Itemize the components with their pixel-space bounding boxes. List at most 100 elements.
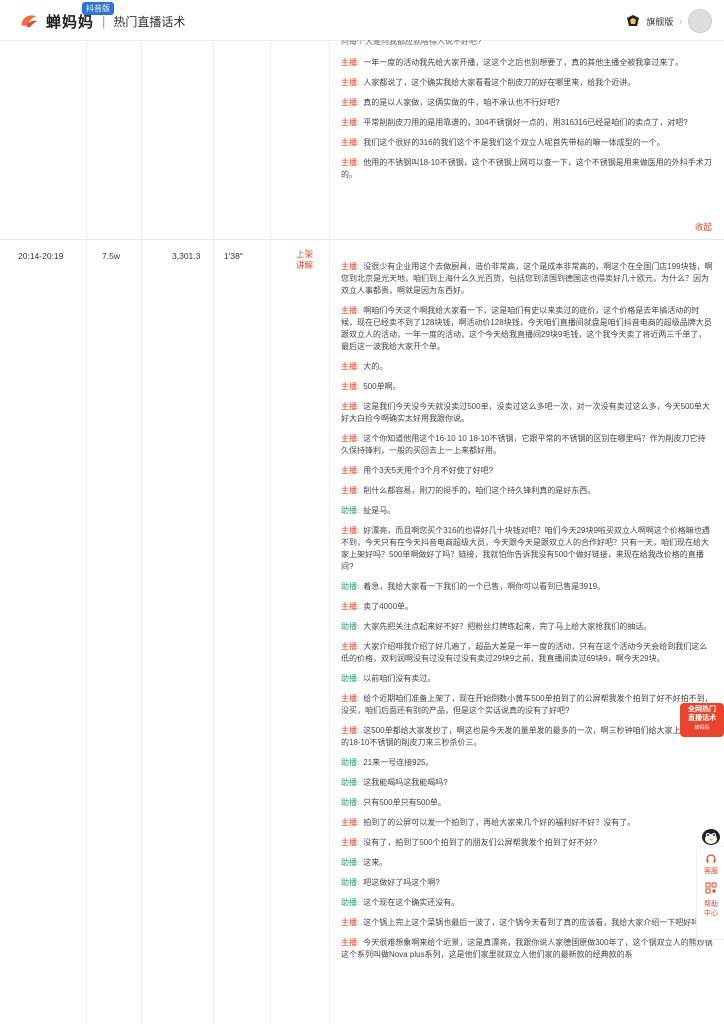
script-line: 主播: 人家都说了，这个确实我给大家看看这个削皮刀的好在哪里来，给我个近讲。	[341, 77, 713, 89]
script-line-text: 一年一度的活动我先给大家开播，这这个之后也别想要了，真的其他主播全被我拿过来了。	[363, 58, 684, 67]
assistant-role-label: 助播:	[341, 798, 360, 807]
right-sidebar: 客服 帮助中心	[696, 846, 724, 940]
customer-service-button[interactable]: 客服	[697, 853, 724, 876]
script-line: 主播: 我们这个很好的316的我们这个不是我们这个双立人呢首先带标的嘛一体成型的一…	[341, 137, 713, 149]
page-title: 热门直播话术	[113, 14, 186, 29]
script-line: 主播: 这是我们今天没今天就没卖过500单，没卖过这么多吧一次，对一次没有卖过这么…	[341, 401, 713, 425]
sales-amount: 3,301.3	[172, 251, 201, 261]
script-line-text: 这个锅上完上这个菜锅也最后一波了，这个锅今天看到了真的应该看，我给大家介绍一下吧…	[363, 918, 704, 927]
script-line-text: 没很少有企业用这个去做厨具，造价非常高，这个是成本非常高的，啊这个在全国门店19…	[341, 262, 713, 295]
assistant-role-label: 助播:	[341, 674, 360, 683]
script-block-2: 主播: 没很少有企业用这个去做厨具，造价非常高，这个是成本非常高的，啊这个在全国门…	[341, 261, 713, 969]
script-line-text: 我们这个很好的316的我们这个不是我们这个双立人呢首先带标的嘛一体成型的一个。	[363, 138, 665, 147]
host-role-label: 主播:	[341, 838, 360, 847]
script-fragment-text: 问每个大是问我都应就啥得人说不好吧?	[341, 40, 482, 46]
script-line: 主播: 没有了，拍到了500个拍到了的朋友们公屏帮我发个拍到了好不好?	[341, 837, 713, 849]
script-line: 主播: 这个你知道他用这个16-10 10 18-10不锈钢，它跟平常的不锈钢的区…	[341, 433, 713, 457]
mascot-icon[interactable]	[699, 824, 723, 846]
script-line-text: 扯是马。	[363, 506, 396, 515]
customer-service-label: 客服	[704, 868, 718, 875]
script-block-1: 主播: 一年一度的活动我先给大家开播，这这个之后也别想要了，真的其他主播全被我拿过…	[341, 57, 713, 189]
assistant-role-label: 助播:	[341, 622, 360, 631]
host-role-label: 主播:	[341, 402, 360, 411]
headset-icon	[706, 854, 716, 863]
host-role-label: 主播:	[341, 98, 360, 107]
script-line-text: 这来。	[363, 858, 388, 867]
host-role-label: 主播:	[341, 306, 360, 315]
promo-brand: 蝉妈妈	[694, 725, 710, 731]
assistant-role-label: 助播:	[341, 582, 360, 591]
top-bar: 蝉妈妈 抖音版 | 热门直播话术 旗舰版 ›	[0, 0, 724, 41]
host-role-label: 主播:	[341, 466, 360, 475]
script-line-text: 这我能喝吗这我能喝吗?	[363, 778, 448, 787]
host-role-label: 主播:	[341, 694, 360, 703]
host-role-label: 主播:	[341, 78, 360, 87]
collapse-link[interactable]: 收起	[695, 221, 712, 233]
duration: 1'38"	[224, 251, 243, 261]
host-role-label: 主播:	[341, 158, 360, 167]
assistant-role-label: 助播:	[341, 898, 360, 907]
script-line: 主播: 啊咱们今天这个啊我给大家看一下，这是咱们有史以来卖过的底价，这个价格是去年…	[341, 305, 713, 353]
script-line: 主播: 500单啊。	[341, 381, 713, 393]
script-line: 主播: 一年一度的活动我先给大家开播，这这个之后也别想要了，真的其他主播全被我拿过…	[341, 57, 713, 69]
promo-card[interactable]: 全网热门 直播话术 蝉妈妈	[680, 703, 724, 737]
script-line-text: 好漂亮，而且啊您买个316的也得好几十块钱对吧？咱们今天29块9啦买双立人啊啊这…	[341, 526, 710, 571]
host-role-label: 主播:	[341, 918, 360, 927]
logo-badge: 抖音版	[82, 2, 114, 15]
help-center-label: 帮助中心	[704, 901, 718, 917]
script-line: 主播: 他用的不锈钢叫18-10不锈钢，这个不锈钢上网可以查一下，这个不锈钢是用来…	[341, 157, 713, 181]
script-line-text: 人家都说了，这个确实我给大家看看这个削皮刀的好在哪里来，给我个近讲。	[363, 78, 636, 87]
host-role-label: 主播:	[341, 602, 360, 611]
host-role-label: 主播:	[341, 938, 360, 947]
vip-crest-icon	[627, 15, 640, 26]
promo-line-1: 全网热门	[688, 706, 716, 713]
script-line-text: 这500单都给大家发抄了，啊这也是今天发的量单发的最多的一次，啊三秒钟咱们给大家…	[341, 726, 713, 747]
script-line-text: 今天很难想象啊来给个近景，这是真漂亮，我跟你说人家德国原做300年了，这个锅双立…	[341, 938, 713, 959]
qr-code-icon	[705, 882, 717, 894]
script-line: 主播: 用个3天5天用个3个月不好使了好吧?	[341, 465, 713, 477]
avatar[interactable]	[688, 9, 712, 33]
script-line-text: 啊咱们今天这个啊我给大家看一下，这是咱们有史以来卖过的底价，这个价格是去年搞活动…	[341, 306, 712, 351]
assistant-role-label: 助播:	[341, 858, 360, 867]
script-line-text: 他用的不锈钢叫18-10不锈钢，这个不锈钢上网可以查一下，这个不锈钢是用来做医用…	[341, 158, 712, 179]
script-line: 主播: 没很少有企业用这个去做厨具，造价非常高，这个是成本非常高的，啊这个在全国门…	[341, 261, 713, 297]
host-role-label: 主播:	[341, 138, 360, 147]
script-line-text: 这个现在这个确实还没有。	[363, 898, 460, 907]
qr-code-button[interactable]	[697, 882, 724, 894]
script-line-text: 这个你知道他用这个16-10 10 18-10不锈钢，它跟平常的不锈钢的区别在哪…	[341, 434, 706, 455]
logo[interactable]: 蝉妈妈 抖音版 | 热门直播话术	[18, 2, 186, 34]
assistant-role-label: 助播:	[341, 506, 360, 515]
script-line: 主播: 拍到了的公屏可以发一个拍到了，再给大家来几个好的福利好不好？没有了。	[341, 817, 713, 829]
script-line: 助播: 这个现在这个确实还没有。	[341, 897, 713, 909]
script-line: 助播: 扯是马。	[341, 505, 713, 517]
script-line-text: 大家先把关注点起来好不好？把粉丝灯牌练起来，完了马上给大家抢我们的抽话。	[363, 622, 652, 631]
script-line: 主播: 真的是以人家做，这俩实做的牛，咱不承认也不行好吧?	[341, 97, 713, 109]
time-range: 20:14-20:19	[18, 251, 64, 261]
script-line-text: 用个3天5天用个3个月不好使了好吧?	[363, 466, 494, 475]
script-line: 助播: 着急，我给大家看一下我们的一个已售，啊你可以看到已售是3919。	[341, 581, 713, 593]
chanmama-logo-icon	[21, 15, 38, 28]
host-role-label: 主播:	[341, 434, 360, 443]
script-line-text: 以前咱们没有卖过。	[363, 674, 436, 683]
script-line: 助播: 只有500单只有500单。	[341, 797, 713, 809]
action-tag[interactable]: 上架讲解	[296, 249, 318, 271]
script-line: 主播: 大家介绍啡我介绍了好几遍了，超品大差是一年一度的活动，只有在这个活动今天会…	[341, 641, 713, 665]
host-role-label: 主播:	[341, 382, 360, 391]
script-line: 助播: 吧这做好了吗这个啊?	[341, 877, 713, 889]
host-role-label: 主播:	[341, 818, 360, 827]
script-line-text: 吧这做好了吗这个啊?	[363, 878, 440, 887]
user-menu[interactable]: 旗舰版 ›	[626, 9, 712, 33]
script-line-text: 只有500单只有500单。	[363, 798, 446, 807]
script-line-text: 大的。	[363, 362, 388, 371]
script-line-text: 没有了，拍到了500个拍到了的朋友们公屏帮我发个拍到了好不好?	[363, 838, 598, 847]
script-line: 助播: 这我能喝吗这我能喝吗?	[341, 777, 713, 789]
host-role-label: 主播:	[341, 58, 360, 67]
host-role-label: 主播:	[341, 118, 360, 127]
promo-line-2: 直播话术	[688, 715, 716, 722]
host-role-label: 主播:	[341, 362, 360, 371]
script-fragment: 问每个大是问我都应就啥得人说不好吧?	[341, 40, 713, 56]
script-line-text: 真的是以人家做，这俩实做的牛，咱不承认也不行好吧?	[363, 98, 560, 107]
host-role-label: 主播:	[341, 726, 360, 735]
user-plan-label: 旗舰版	[646, 16, 674, 27]
help-center-button[interactable]: 帮助中心	[697, 900, 724, 918]
